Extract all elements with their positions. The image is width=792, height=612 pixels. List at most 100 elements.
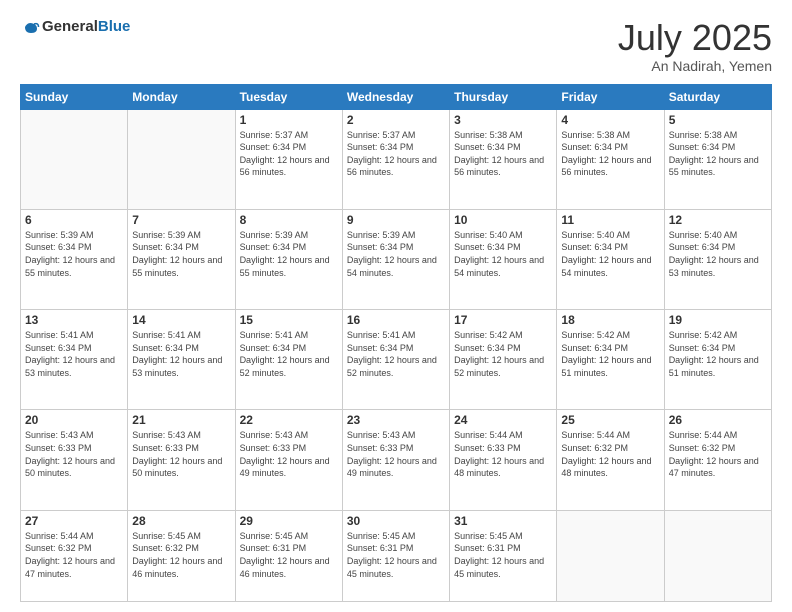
day-number: 27 xyxy=(25,514,123,528)
logo: GeneralBlue xyxy=(20,18,130,36)
day-info: Sunrise: 5:41 AM Sunset: 6:34 PM Dayligh… xyxy=(132,329,230,379)
day-number: 24 xyxy=(454,413,552,427)
day-info: Sunrise: 5:45 AM Sunset: 6:32 PM Dayligh… xyxy=(132,530,230,580)
day-number: 23 xyxy=(347,413,445,427)
day-info: Sunrise: 5:43 AM Sunset: 6:33 PM Dayligh… xyxy=(347,429,445,479)
table-row: 16Sunrise: 5:41 AM Sunset: 6:34 PM Dayli… xyxy=(342,310,449,410)
table-row: 29 Sunrise: 5:45 AM Sunset: 6:31 PM Dayli… xyxy=(235,510,342,601)
day-info: Sunrise: 5:43 AM Sunset: 6:33 PM Dayligh… xyxy=(132,429,230,479)
day-info: Sunrise: 5:44 AM Sunset: 6:32 PM Dayligh… xyxy=(669,429,767,479)
day-number: 16 xyxy=(347,313,445,327)
table-row: 11Sunrise: 5:40 AM Sunset: 6:34 PM Dayli… xyxy=(557,209,664,309)
table-row: 18 Sunrise: 5:42 AM Sunset: 6:34 PM Dayli… xyxy=(557,310,664,410)
day-number: 5 xyxy=(669,113,767,127)
day-info: Sunrise: 5:43 AM Sunset: 6:33 PM Dayligh… xyxy=(25,429,123,479)
col-wednesday: Wednesday xyxy=(342,84,449,109)
day-info: Sunrise: 5:39 AM Sunset: 6:34 PM Dayligh… xyxy=(347,229,445,279)
table-row: 21 Sunrise: 5:43 AM Sunset: 6:33 PM Dayli… xyxy=(128,410,235,510)
day-info: Sunrise: 5:38 AM Sunset: 6:34 PM Dayligh… xyxy=(669,129,767,179)
table-row: 5 Sunrise: 5:38 AM Sunset: 6:34 PM Daylig… xyxy=(664,109,771,209)
calendar-week-1: 1 Sunrise: 5:37 AM Sunset: 6:34 PM Daylig… xyxy=(21,109,772,209)
day-info: Sunrise: 5:43 AM Sunset: 6:33 PM Dayligh… xyxy=(240,429,338,479)
table-row: 7Sunrise: 5:39 AM Sunset: 6:34 PM Daylig… xyxy=(128,209,235,309)
day-number: 31 xyxy=(454,514,552,528)
day-info: Sunrise: 5:42 AM Sunset: 6:34 PM Dayligh… xyxy=(669,329,767,379)
table-row: 9 Sunrise: 5:39 AM Sunset: 6:34 PM Daylig… xyxy=(342,209,449,309)
table-row: 3 Sunrise: 5:38 AM Sunset: 6:34 PM Daylig… xyxy=(450,109,557,209)
day-info: Sunrise: 5:38 AM Sunset: 6:34 PM Dayligh… xyxy=(561,129,659,179)
day-number: 18 xyxy=(561,313,659,327)
day-info: Sunrise: 5:45 AM Sunset: 6:31 PM Dayligh… xyxy=(240,530,338,580)
col-friday: Friday xyxy=(557,84,664,109)
day-info: Sunrise: 5:45 AM Sunset: 6:31 PM Dayligh… xyxy=(454,530,552,580)
day-info: Sunrise: 5:39 AM Sunset: 6:34 PM Dayligh… xyxy=(240,229,338,279)
day-number: 7 xyxy=(132,213,230,227)
day-info: Sunrise: 5:38 AM Sunset: 6:34 PM Dayligh… xyxy=(454,129,552,179)
table-row: 17Sunrise: 5:42 AM Sunset: 6:34 PM Dayli… xyxy=(450,310,557,410)
day-number: 12 xyxy=(669,213,767,227)
day-number: 13 xyxy=(25,313,123,327)
day-number: 19 xyxy=(669,313,767,327)
table-row: 1Sunrise: 5:37 AM Sunset: 6:34 PM Daylig… xyxy=(235,109,342,209)
col-saturday: Saturday xyxy=(664,84,771,109)
table-row: 14Sunrise: 5:41 AM Sunset: 6:34 PM Dayli… xyxy=(128,310,235,410)
col-monday: Monday xyxy=(128,84,235,109)
col-sunday: Sunday xyxy=(21,84,128,109)
table-row: 6 Sunrise: 5:39 AM Sunset: 6:34 PM Daylig… xyxy=(21,209,128,309)
table-row xyxy=(557,510,664,601)
calendar-table: Sunday Monday Tuesday Wednesday Thursday… xyxy=(20,84,772,602)
calendar-header-row: Sunday Monday Tuesday Wednesday Thursday… xyxy=(21,84,772,109)
table-row: 25Sunrise: 5:44 AM Sunset: 6:32 PM Dayli… xyxy=(557,410,664,510)
day-info: Sunrise: 5:41 AM Sunset: 6:34 PM Dayligh… xyxy=(25,329,123,379)
table-row: 2 Sunrise: 5:37 AM Sunset: 6:34 PM Daylig… xyxy=(342,109,449,209)
day-number: 29 xyxy=(240,514,338,528)
col-thursday: Thursday xyxy=(450,84,557,109)
day-number: 6 xyxy=(25,213,123,227)
day-info: Sunrise: 5:42 AM Sunset: 6:34 PM Dayligh… xyxy=(454,329,552,379)
day-number: 9 xyxy=(347,213,445,227)
col-tuesday: Tuesday xyxy=(235,84,342,109)
day-number: 8 xyxy=(240,213,338,227)
day-info: Sunrise: 5:37 AM Sunset: 6:34 PM Dayligh… xyxy=(347,129,445,179)
day-number: 21 xyxy=(132,413,230,427)
table-row: 19 Sunrise: 5:42 AM Sunset: 6:34 PM Dayli… xyxy=(664,310,771,410)
location-title: An Nadirah, Yemen xyxy=(618,58,772,74)
day-number: 3 xyxy=(454,113,552,127)
table-row: 26Sunrise: 5:44 AM Sunset: 6:32 PM Dayli… xyxy=(664,410,771,510)
table-row: 10Sunrise: 5:40 AM Sunset: 6:34 PM Dayli… xyxy=(450,209,557,309)
day-number: 1 xyxy=(240,113,338,127)
table-row: 23 Sunrise: 5:43 AM Sunset: 6:33 PM Dayli… xyxy=(342,410,449,510)
table-row: 22 Sunrise: 5:43 AM Sunset: 6:33 PM Dayli… xyxy=(235,410,342,510)
table-row: 28 Sunrise: 5:45 AM Sunset: 6:32 PM Dayli… xyxy=(128,510,235,601)
calendar-week-3: 13 Sunrise: 5:41 AM Sunset: 6:34 PM Dayli… xyxy=(21,310,772,410)
day-info: Sunrise: 5:44 AM Sunset: 6:33 PM Dayligh… xyxy=(454,429,552,479)
day-number: 2 xyxy=(347,113,445,127)
title-block: July 2025 An Nadirah, Yemen xyxy=(618,18,772,74)
day-info: Sunrise: 5:40 AM Sunset: 6:34 PM Dayligh… xyxy=(454,229,552,279)
day-info: Sunrise: 5:44 AM Sunset: 6:32 PM Dayligh… xyxy=(25,530,123,580)
table-row: 12Sunrise: 5:40 AM Sunset: 6:34 PM Dayli… xyxy=(664,209,771,309)
table-row: 27 Sunrise: 5:44 AM Sunset: 6:32 PM Dayli… xyxy=(21,510,128,601)
month-title: July 2025 xyxy=(618,18,772,58)
table-row: 30 Sunrise: 5:45 AM Sunset: 6:31 PM Dayli… xyxy=(342,510,449,601)
day-number: 15 xyxy=(240,313,338,327)
day-info: Sunrise: 5:39 AM Sunset: 6:34 PM Dayligh… xyxy=(25,229,123,279)
day-number: 11 xyxy=(561,213,659,227)
logo-icon xyxy=(22,18,40,36)
table-row xyxy=(21,109,128,209)
logo-text-general: General xyxy=(42,18,98,35)
table-row: 15 Sunrise: 5:41 AM Sunset: 6:34 PM Dayli… xyxy=(235,310,342,410)
day-number: 22 xyxy=(240,413,338,427)
page: GeneralBlue July 2025 An Nadirah, Yemen … xyxy=(0,0,792,612)
day-info: Sunrise: 5:45 AM Sunset: 6:31 PM Dayligh… xyxy=(347,530,445,580)
table-row xyxy=(128,109,235,209)
table-row: 20 Sunrise: 5:43 AM Sunset: 6:33 PM Dayli… xyxy=(21,410,128,510)
day-info: Sunrise: 5:41 AM Sunset: 6:34 PM Dayligh… xyxy=(240,329,338,379)
day-info: Sunrise: 5:42 AM Sunset: 6:34 PM Dayligh… xyxy=(561,329,659,379)
day-number: 20 xyxy=(25,413,123,427)
day-number: 30 xyxy=(347,514,445,528)
day-number: 28 xyxy=(132,514,230,528)
table-row: 13 Sunrise: 5:41 AM Sunset: 6:34 PM Dayli… xyxy=(21,310,128,410)
day-info: Sunrise: 5:44 AM Sunset: 6:32 PM Dayligh… xyxy=(561,429,659,479)
table-row xyxy=(664,510,771,601)
